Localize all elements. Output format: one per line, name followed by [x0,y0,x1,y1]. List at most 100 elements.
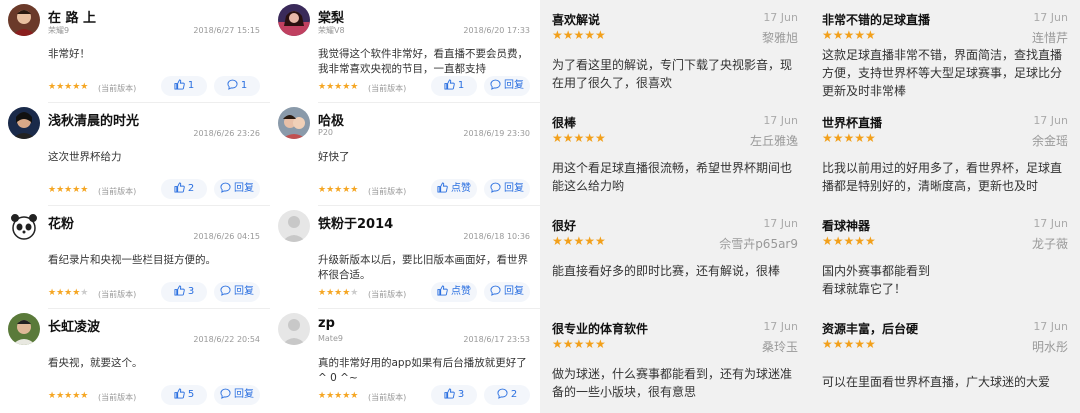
review-card: 世界杯直播 17 Jun ★★★★★ 余金瑶 比我以前用过的好用多了，看世界杯，… [810,103,1080,206]
like-button[interactable]: 1 [431,76,477,96]
thumb-up-icon [437,182,448,193]
avatar[interactable] [278,107,310,139]
avatar[interactable] [278,210,310,242]
comment-icon [220,285,231,296]
star-rating: ★★★★★ [552,28,606,42]
like-button[interactable]: 1 [161,76,207,96]
username: 铁粉于2014 [318,217,394,232]
thumb-up-icon [174,79,185,90]
reply-button[interactable]: 回复 [214,385,260,405]
device-label: Mate9 [318,334,343,343]
like-button[interactable]: 2 [161,179,207,199]
like-button[interactable]: 5 [161,385,207,405]
like-label: 点赞 [451,183,471,194]
avatar[interactable] [8,107,40,139]
thumb-up-icon [444,79,455,90]
reply-count: 2 [510,389,518,400]
review-text: 升级新版本以后，要比旧版本画面好，看世界杯很合适。 [318,254,528,281]
review-card: 在 路 上 荣耀9 2018/6/27 15:15 非常好！ ★★★★★ (当前… [0,0,270,103]
review-date: 2018/6/20 17:33 [463,26,530,35]
star-rating: ★★★★★ [822,28,876,42]
review-title: 世界杯直播 [822,116,883,130]
avatar[interactable] [8,210,40,242]
thumb-up-icon [174,182,185,193]
like-button[interactable]: 点赞 [431,282,477,302]
review-text: 好快了 [318,151,350,163]
review-title: 喜欢解说 [552,13,601,27]
review-column-4: 非常不错的足球直播 17 Jun ★★★★★ 连惜芹 这款足球直播非常不错，界面… [810,0,1080,413]
comment-icon [490,182,501,193]
reply-label: 回复 [504,286,524,297]
review-card: 非常不错的足球直播 17 Jun ★★★★★ 连惜芹 这款足球直播非常不错，界面… [810,0,1080,103]
star-rating: ★★★★★ [48,391,89,401]
version-label: (当前版本) [368,84,407,93]
comment-icon [490,285,501,296]
like-button[interactable]: 点赞 [431,179,477,199]
star-rating: ★★★★★ [318,391,359,401]
review-title: 非常不错的足球直播 [822,13,931,27]
like-count: 2 [187,183,195,194]
star-rating: ★★★★★ [48,185,89,195]
review-date: 2018/6/19 23:30 [463,129,530,138]
review-text: 为了看这里的解说，专门下载了央视影音，现在用了很久了，很喜欢 [552,58,793,90]
review-text: 非常好！ [48,48,90,60]
avatar[interactable] [278,313,310,345]
review-card: 铁粉于2014 2018/6/18 10:36 升级新版本以后，要比旧版本画面好… [270,206,540,309]
reply-count: 1 [240,80,248,91]
review-card: 喜欢解说 17 Jun ★★★★★ 黎雅旭 为了看这里的解说，专门下载了央视影音… [540,0,810,103]
reply-label: 回复 [504,183,524,194]
avatar[interactable] [8,4,40,36]
review-text: 这次世界杯给力 [48,151,122,163]
reply-button[interactable]: 回复 [214,282,260,302]
review-card: 很棒 17 Jun ★★★★★ 左丘雅逸 用这个看足球直播很流畅，希望世界杯期间… [540,103,810,206]
review-title: 很好 [552,219,577,233]
reply-button[interactable]: 回复 [484,282,530,302]
reply-button[interactable]: 回复 [484,76,530,96]
reply-button[interactable]: 回复 [214,179,260,199]
review-date: 17 Jun [1033,217,1068,230]
review-date: 2018/6/26 04:15 [193,232,260,241]
star-rating: ★★★★★ [822,234,876,248]
reply-label: 回复 [234,286,254,297]
comment-icon [497,388,508,399]
like-count: 1 [457,80,465,91]
like-button[interactable]: 3 [161,282,207,302]
username: 花粉 [48,217,75,232]
reply-button[interactable]: 1 [214,76,260,96]
avatar[interactable] [278,4,310,36]
version-label: (当前版本) [368,187,407,196]
like-button[interactable]: 3 [431,385,477,405]
review-author: 左丘雅逸 [749,134,798,148]
review-author: 桑玲玉 [761,340,798,354]
review-card: 棠梨 荣耀V8 2018/6/20 17:33 我觉得这个软件非常好，看直播不要… [270,0,540,103]
star-rating: ★★★★★ [318,82,359,92]
review-column-2: 棠梨 荣耀V8 2018/6/20 17:33 我觉得这个软件非常好，看直播不要… [270,0,540,413]
review-card: 花粉 2018/6/26 04:15 看纪录片和央视一些栏目挺方便的。 ★★★★… [0,206,270,309]
star-rating: ★★★★★ [552,337,606,351]
device-label: 荣耀9 [48,26,70,35]
like-label: 点赞 [451,286,471,297]
review-date: 2018/6/17 23:53 [463,335,530,344]
review-text: 国内外赛事都能看到 看球就靠它了！ [822,264,931,296]
reply-label: 回复 [234,183,254,194]
like-count: 1 [187,80,195,91]
star-rating: ★★★★★ [552,131,606,145]
avatar[interactable] [8,313,40,345]
review-author: 明水彤 [1031,340,1068,354]
review-date: 17 Jun [763,217,798,230]
review-author: 余金瑶 [1031,134,1068,148]
review-date: 17 Jun [1033,114,1068,127]
review-author: 黎雅旭 [761,31,798,45]
review-text: 用这个看足球直播很流畅，希望世界杯期间也能这么给力哟 [552,161,793,193]
review-column-1: 在 路 上 荣耀9 2018/6/27 15:15 非常好！ ★★★★★ (当前… [0,0,270,413]
review-date: 17 Jun [763,320,798,333]
reply-label: 回复 [504,80,524,91]
review-title: 看球神器 [822,219,871,233]
reply-button[interactable]: 2 [484,385,530,405]
review-text: 比我以前用过的好用多了，看世界杯，足球直播都是特别好的，清晰度高，更新也及时 [822,161,1063,193]
reply-button[interactable]: 回复 [484,179,530,199]
review-date: 17 Jun [763,114,798,127]
star-rating: ★★★★★ [318,185,359,195]
version-label: (当前版本) [368,290,407,299]
review-text: 真的非常好用的app如果有后台播放就更好了 ^ 0 ^~ [318,357,527,384]
